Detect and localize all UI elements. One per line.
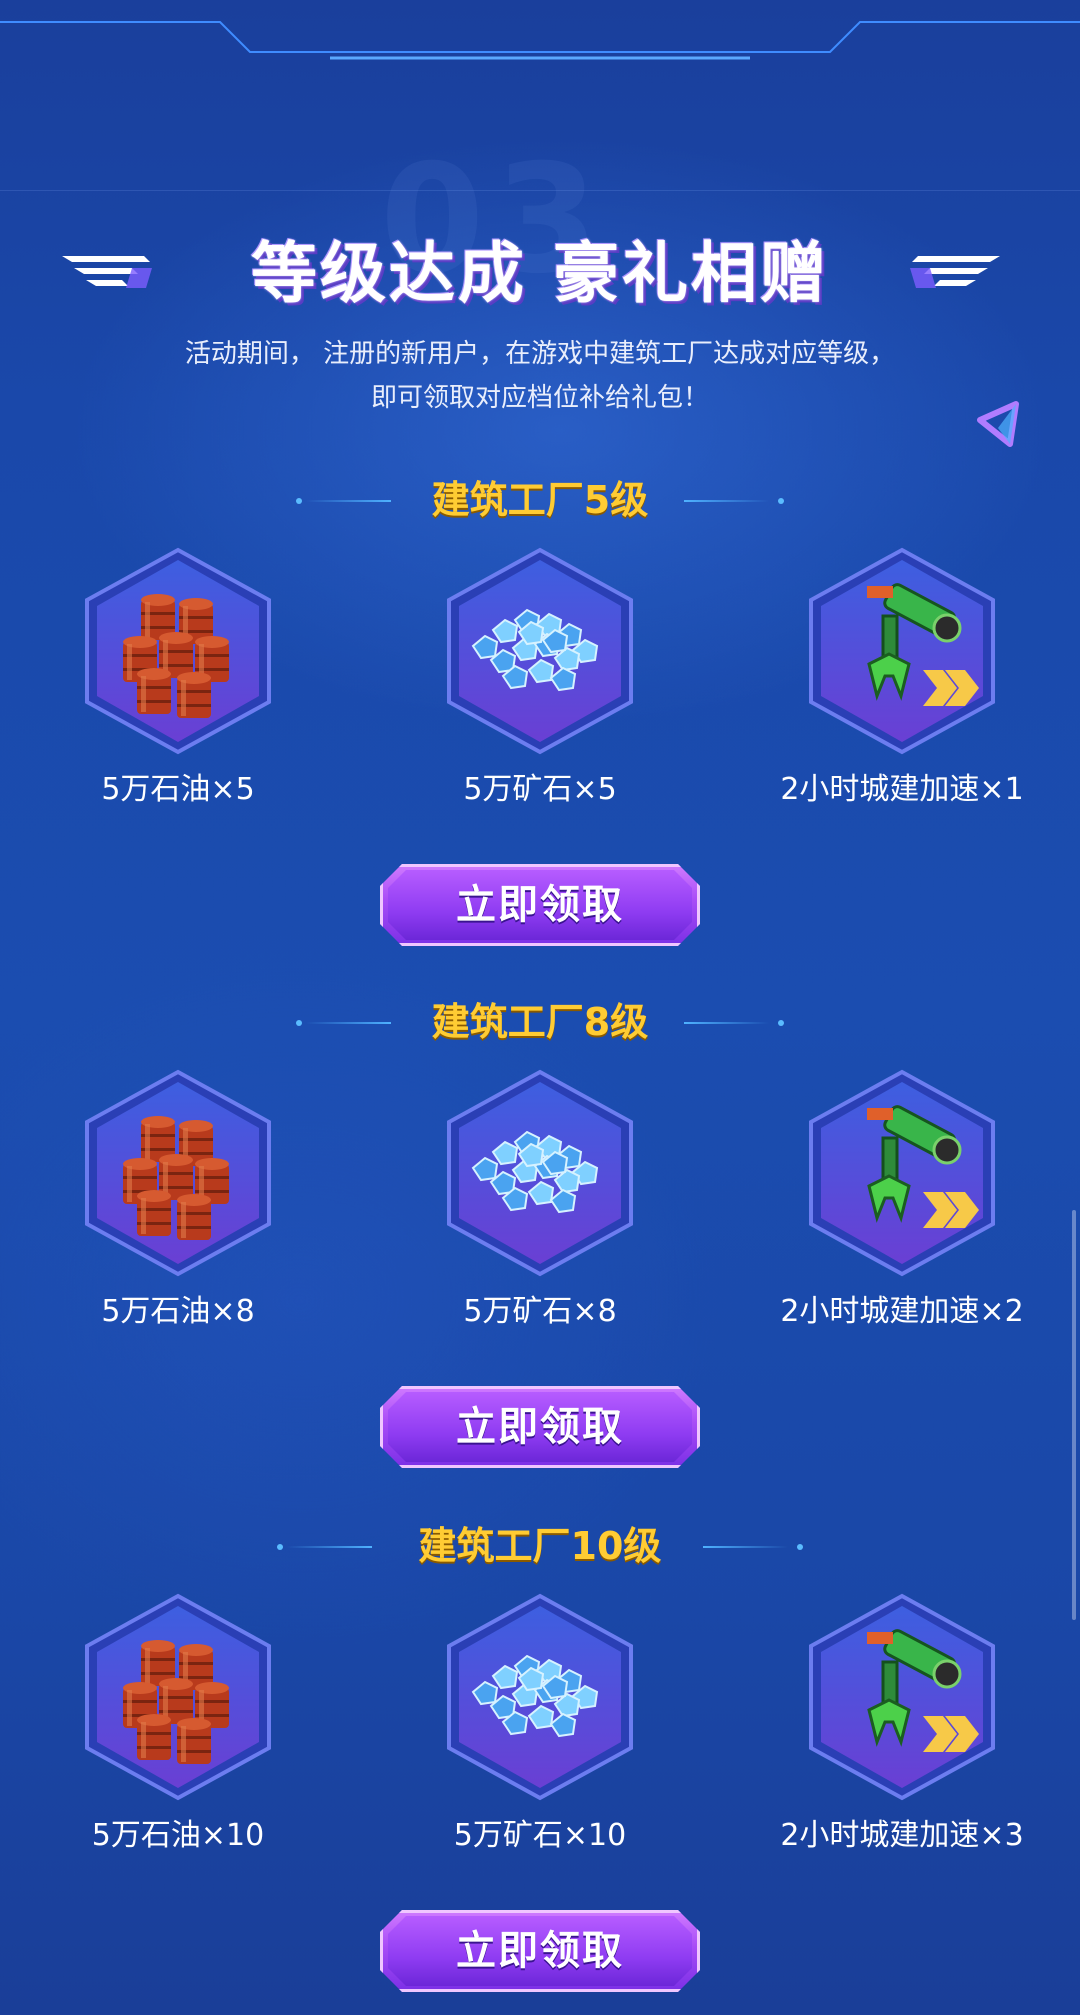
oil-barrels-icon xyxy=(83,1068,273,1278)
right-wing-icon xyxy=(910,256,1000,288)
reward-label: 2小时城建加速×2 xyxy=(780,1294,1024,1329)
tier-title: 建筑工厂10级 xyxy=(0,1516,1080,1576)
title-dot xyxy=(778,1020,784,1026)
top-frame-decoration xyxy=(0,21,1080,60)
ore-crystals-icon xyxy=(445,1068,635,1278)
reward-label: 5万矿石×10 xyxy=(453,1818,627,1853)
tier-title-label: 建筑工厂10级 xyxy=(418,1524,662,1568)
title-dot xyxy=(778,498,784,504)
tier-title: 建筑工厂8级 xyxy=(0,992,1080,1052)
build-speedup-claw-icon xyxy=(807,1592,997,1802)
claim-button[interactable]: 立即领取 xyxy=(380,864,700,946)
title-line-right xyxy=(684,1022,769,1024)
page-title-text: 等级达成 豪礼相赠 xyxy=(251,235,829,312)
claim-button-label: 立即领取 xyxy=(456,1928,624,1974)
title-dot xyxy=(797,1544,803,1550)
claim-button[interactable]: 立即领取 xyxy=(380,1910,700,1992)
tier-title-label: 建筑工厂8级 xyxy=(431,1000,649,1044)
reward-label: 2小时城建加速×3 xyxy=(780,1818,1024,1853)
reward-label: 5万石油×8 xyxy=(101,1294,255,1329)
description-line-1: 活动期间， 注册的新用户，在游戏中建筑工厂达成对应等级， xyxy=(184,339,896,369)
reward-label: 5万石油×10 xyxy=(91,1818,265,1853)
oil-barrels-icon xyxy=(83,1592,273,1802)
tier-title-label: 建筑工厂5级 xyxy=(431,478,649,522)
triangle-deco-icon xyxy=(977,401,1019,447)
ore-crystals-icon xyxy=(445,546,635,756)
title-line-right xyxy=(684,500,769,502)
tier-title: 建筑工厂5级 xyxy=(0,470,1080,530)
ore-crystals-icon xyxy=(445,1592,635,1802)
reward-label: 5万矿石×5 xyxy=(463,772,617,807)
scrollbar[interactable] xyxy=(1072,1210,1076,1620)
oil-barrels-icon xyxy=(83,546,273,756)
reward-label: 2小时城建加速×1 xyxy=(780,772,1024,807)
claim-button-label: 立即领取 xyxy=(456,882,624,928)
reward-label: 5万矿石×8 xyxy=(463,1294,617,1329)
claim-button[interactable]: 立即领取 xyxy=(380,1386,700,1468)
claim-button-label: 立即领取 xyxy=(456,1404,624,1450)
build-speedup-claw-icon xyxy=(807,546,997,756)
title-line-right xyxy=(703,1546,788,1548)
build-speedup-claw-icon xyxy=(807,1068,997,1278)
description-line-2: 即可领取对应档位补给礼包！ xyxy=(370,383,709,413)
reward-label: 5万石油×5 xyxy=(101,772,255,807)
